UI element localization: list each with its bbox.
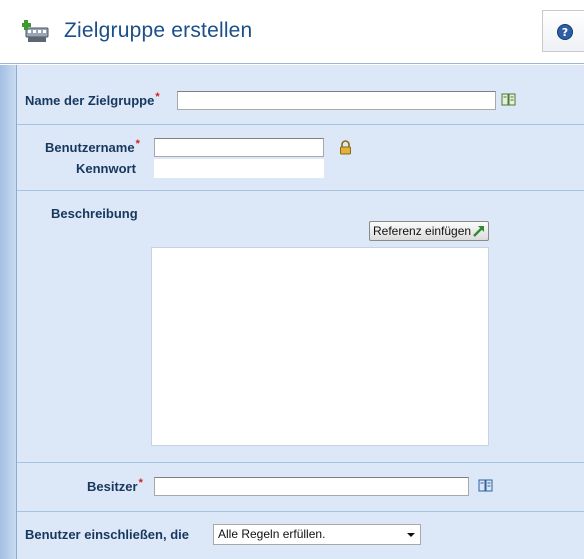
owner-label-text: Besitzer xyxy=(87,479,138,494)
help-button[interactable]: ? xyxy=(542,10,584,52)
chevron-down-icon xyxy=(407,533,415,537)
insert-reference-button[interactable]: Referenz einfügen xyxy=(369,221,489,241)
password-label: Kennwort xyxy=(76,161,136,176)
insert-reference-label: Referenz einfügen xyxy=(373,224,472,238)
help-icon: ? xyxy=(557,24,573,40)
required-marker: * xyxy=(138,477,143,489)
description-textarea[interactable] xyxy=(151,247,489,446)
username-label-text: Benutzername xyxy=(45,140,135,155)
name-input[interactable] xyxy=(177,91,496,110)
include-users-selected-value: Alle Regeln erfüllen. xyxy=(218,527,326,541)
page-title: Zielgruppe erstellen xyxy=(64,19,253,42)
password-input[interactable] xyxy=(154,159,324,178)
required-marker: * xyxy=(155,91,160,103)
audience-add-icon xyxy=(22,20,49,42)
row-separator xyxy=(17,462,584,463)
left-sidebar-strip xyxy=(0,65,17,559)
include-users-label: Benutzer einschließen, die xyxy=(25,527,189,542)
page-header: Zielgruppe erstellen xyxy=(0,0,584,64)
owner-input[interactable] xyxy=(154,477,469,496)
row-separator xyxy=(17,124,584,125)
address-book-icon[interactable] xyxy=(501,93,517,107)
row-separator xyxy=(17,190,584,191)
required-marker: * xyxy=(135,138,140,150)
insert-arrow-icon xyxy=(473,226,484,237)
username-label: Benutzername* xyxy=(45,138,140,155)
description-label: Beschreibung xyxy=(51,206,138,221)
username-input[interactable] xyxy=(154,138,324,157)
row-separator xyxy=(17,511,584,512)
name-label: Name der Zielgruppe* xyxy=(25,91,160,108)
owner-label: Besitzer* xyxy=(87,477,143,494)
address-book-icon[interactable] xyxy=(478,479,494,493)
include-users-select[interactable]: Alle Regeln erfüllen. xyxy=(213,524,421,545)
name-label-text: Name der Zielgruppe xyxy=(25,93,155,108)
lock-icon xyxy=(340,140,351,155)
